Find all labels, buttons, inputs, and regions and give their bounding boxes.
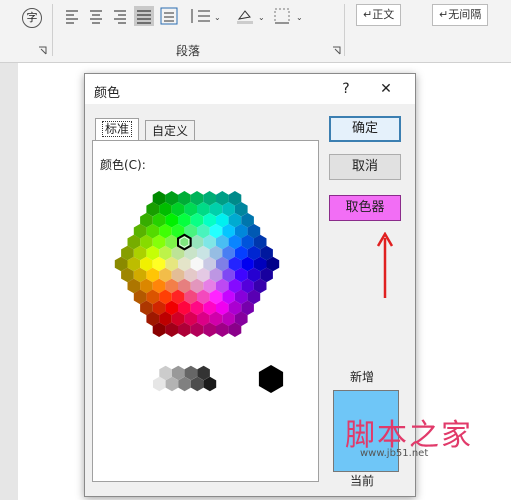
- align-center-icon[interactable]: [88, 8, 106, 26]
- color-picker-button[interactable]: 取色器: [329, 195, 401, 221]
- borders-icon[interactable]: ⌄: [272, 6, 306, 26]
- standard-colors-panel: 颜色(C):: [92, 140, 319, 482]
- distributed-icon[interactable]: [159, 6, 179, 26]
- dialog-title: 颜色: [94, 86, 121, 101]
- align-right-icon[interactable]: [112, 8, 130, 26]
- phonetic-guide-icon[interactable]: 字: [22, 8, 42, 28]
- page-margin: [0, 63, 18, 500]
- dialog-launcher-icon[interactable]: [332, 46, 341, 55]
- annotation-arrow: [376, 232, 394, 298]
- current-color-label: 当前: [350, 474, 375, 488]
- justify-icon[interactable]: [134, 6, 154, 26]
- close-icon[interactable]: ✕: [375, 79, 397, 99]
- style-normal-button[interactable]: ↵正文: [356, 4, 402, 26]
- ok-button[interactable]: 确定: [329, 116, 401, 142]
- grayscale-swatches[interactable]: [93, 346, 318, 396]
- line-spacing-icon[interactable]: ⌄: [188, 6, 222, 26]
- ribbon: 字 ⌄ ⌄ ⌄ 段落 ↵正文 ↵无间隔: [0, 0, 511, 63]
- watermark-url: www.jb51.net: [360, 448, 429, 459]
- paragraph-group-label: 段落: [176, 44, 201, 58]
- style-no-spacing-button[interactable]: ↵无间隔: [432, 4, 489, 26]
- ribbon-divider: [344, 4, 345, 56]
- help-icon[interactable]: ?: [335, 79, 357, 99]
- dialog-launcher-icon[interactable]: [38, 46, 47, 55]
- svg-text:⌄: ⌄: [214, 13, 221, 22]
- tab-custom[interactable]: 自定义: [145, 120, 196, 141]
- tab-label: 标准: [102, 121, 133, 137]
- svg-text:⌄: ⌄: [258, 13, 265, 22]
- cancel-button[interactable]: 取消: [329, 154, 401, 180]
- shading-icon[interactable]: ⌄: [234, 6, 268, 26]
- svg-text:⌄: ⌄: [296, 13, 303, 22]
- ribbon-divider: [52, 4, 53, 56]
- color-honeycomb[interactable]: [93, 161, 318, 361]
- black-hex[interactable]: [258, 365, 284, 393]
- new-color-label: 新增: [350, 370, 375, 384]
- dialog-titlebar: 颜色 ? ✕: [85, 74, 415, 104]
- tab-standard[interactable]: 标准: [95, 118, 140, 141]
